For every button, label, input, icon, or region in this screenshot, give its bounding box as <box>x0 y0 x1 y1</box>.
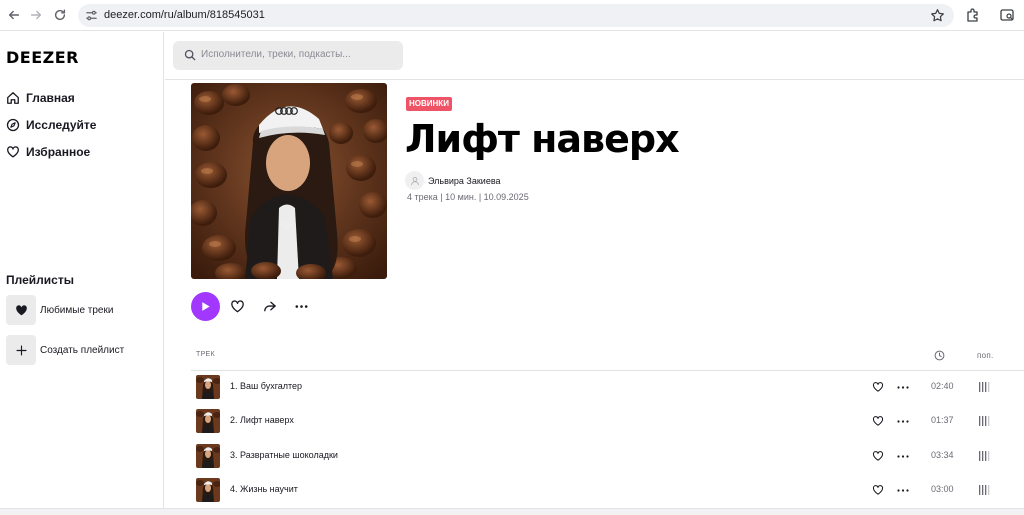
album-title: Лифт наверх <box>405 117 680 161</box>
sidebar-item-label: Исследуйте <box>26 117 97 132</box>
heart-filled-icon <box>15 304 27 315</box>
track-duration: 03:34 <box>931 450 954 460</box>
heart-icon <box>230 300 244 313</box>
track-row[interactable]: 4. Жизнь научит 03:00 <box>191 474 1024 508</box>
new-release-badge: НОВИНКИ <box>406 97 452 111</box>
heart-icon[interactable] <box>872 450 884 462</box>
playlist-favorite-tracks[interactable]: Любимые треки <box>6 295 156 325</box>
forward-button[interactable] <box>26 5 46 25</box>
address-bar[interactable]: deezer.com/ru/album/818545031 <box>78 4 954 27</box>
album-actions <box>191 292 309 321</box>
more-dots-icon <box>295 305 307 308</box>
track-cover-thumb[interactable] <box>196 409 220 433</box>
bottom-bar <box>0 508 1024 515</box>
sidebar-item-home[interactable]: Главная <box>6 84 156 111</box>
track-row[interactable]: 1. Ваш бухгалтер 02:40 <box>191 371 1024 405</box>
playlist-thumb <box>6 295 36 325</box>
bookmark-star-icon[interactable] <box>930 8 945 23</box>
heart-icon[interactable] <box>872 381 884 393</box>
track-duration: 02:40 <box>931 381 954 391</box>
favorite-album-button[interactable] <box>229 299 245 315</box>
site-settings-icon[interactable] <box>85 9 98 22</box>
more-dots-icon[interactable] <box>897 489 909 492</box>
playlist-label: Любимые треки <box>40 304 114 316</box>
play-icon <box>202 302 210 311</box>
album-meta: 4 трека | 10 мин. | 10.09.2025 <box>407 192 529 202</box>
search-input[interactable]: Исполнители, треки, подкасты... <box>173 41 403 70</box>
more-dots-icon[interactable] <box>897 386 909 389</box>
browser-toolbar: deezer.com/ru/album/818545031 <box>0 0 1024 31</box>
search-placeholder: Исполнители, треки, подкасты... <box>201 49 351 60</box>
heart-icon <box>7 145 19 157</box>
compass-icon <box>6 118 20 131</box>
sidebar: DEEZER Главная Исследуйте Избранное Плей… <box>0 32 164 508</box>
popularity-bars-icon <box>979 382 990 392</box>
track-cover-thumb[interactable] <box>196 444 220 468</box>
url-text[interactable]: deezer.com/ru/album/818545031 <box>104 9 265 22</box>
playlist-thumb <box>6 335 36 365</box>
sidebar-nav: Главная Исследуйте Избранное <box>6 84 156 165</box>
share-button[interactable] <box>261 299 277 315</box>
arrow-left-icon <box>8 10 20 20</box>
more-dots-icon[interactable] <box>897 455 909 458</box>
track-cover-thumb[interactable] <box>196 478 220 502</box>
side-panel-icon[interactable] <box>999 7 1015 23</box>
sidebar-item-label: Избранное <box>26 144 91 159</box>
sidebar-item-explore[interactable]: Исследуйте <box>6 111 156 138</box>
share-arrow-icon <box>263 301 276 312</box>
back-button[interactable] <box>4 5 24 25</box>
more-options-button[interactable] <box>293 299 309 315</box>
album-cover[interactable] <box>191 83 387 279</box>
home-icon <box>7 91 19 104</box>
column-header-popularity[interactable]: поп. <box>977 351 994 360</box>
track-title[interactable]: 1. Ваш бухгалтер <box>230 381 302 391</box>
album-page: НОВИНКИ Лифт наверх Эльвира Закиева 4 тр… <box>165 81 1024 508</box>
playlist-label: Создать плейлист <box>40 344 125 356</box>
track-cover-thumb[interactable] <box>196 375 220 399</box>
play-button[interactable] <box>191 292 220 321</box>
more-dots-icon[interactable] <box>897 420 909 423</box>
arrow-right-icon <box>30 10 42 20</box>
reload-button[interactable] <box>50 5 70 25</box>
artist-link[interactable]: Эльвира Закиева <box>405 171 501 190</box>
heart-icon[interactable] <box>872 484 884 496</box>
track-row[interactable]: 3. Развратные шоколадки 03:34 <box>191 440 1024 474</box>
create-playlist-button[interactable]: Создать плейлист <box>6 335 156 365</box>
sidebar-item-favorites[interactable]: Избранное <box>6 138 156 165</box>
plus-icon <box>15 344 27 356</box>
clock-icon[interactable] <box>934 350 945 361</box>
popularity-bars-icon <box>979 451 990 461</box>
top-bar: Исполнители, треки, подкасты... <box>165 32 1024 80</box>
playlists-heading: Плейлисты <box>6 273 74 287</box>
track-title[interactable]: 4. Жизнь научит <box>230 484 298 494</box>
user-icon <box>410 176 419 185</box>
search-icon <box>184 49 196 61</box>
extensions-icon[interactable] <box>965 7 981 23</box>
track-title[interactable]: 3. Развратные шоколадки <box>230 450 338 460</box>
heart-icon[interactable] <box>872 415 884 427</box>
artist-name[interactable]: Эльвира Закиева <box>428 176 501 186</box>
reload-icon <box>54 9 66 21</box>
track-duration: 03:00 <box>931 484 954 494</box>
popularity-bars-icon <box>979 416 990 426</box>
deezer-logo[interactable]: DEEZER <box>6 48 79 67</box>
column-header-track[interactable]: ТРЕК <box>196 351 215 358</box>
popularity-bars-icon <box>979 485 990 495</box>
artist-avatar <box>405 171 424 190</box>
album-cover-image <box>191 83 387 279</box>
track-title[interactable]: 2. Лифт наверх <box>230 415 294 425</box>
track-row[interactable]: 2. Лифт наверх 01:37 <box>191 405 1024 439</box>
track-duration: 01:37 <box>931 415 954 425</box>
sidebar-item-label: Главная <box>26 90 75 105</box>
